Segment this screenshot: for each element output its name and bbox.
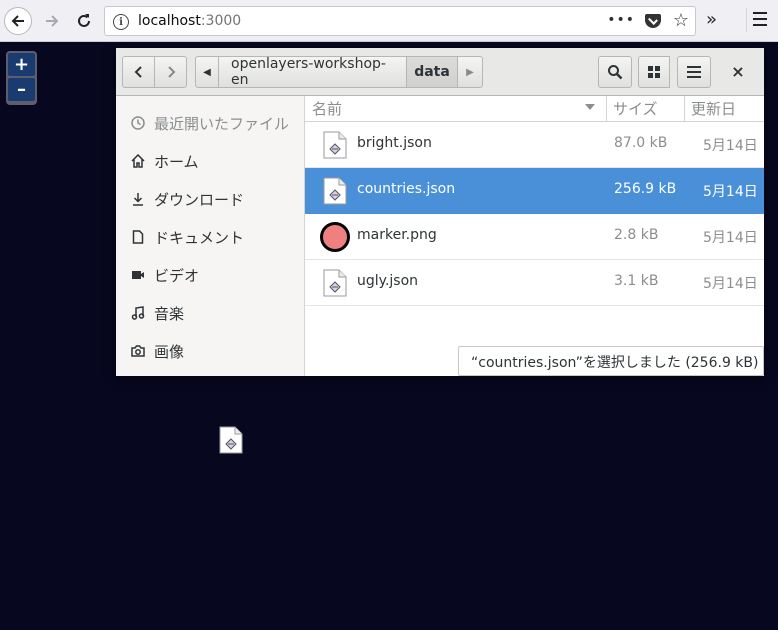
file-row[interactable]: marker.png 2.8 kB 5月14日: [305, 214, 764, 260]
forward-button[interactable]: [38, 7, 66, 35]
file-list: 名前 サイズ 更新日 bright.json 87.0 kB 5月14日 cou…: [305, 96, 764, 376]
url-port: :3000: [200, 13, 242, 29]
zoom-in-button[interactable]: +: [8, 53, 35, 76]
dragged-json-file-icon[interactable]: [219, 426, 243, 458]
zoom-control: + –: [6, 51, 37, 105]
sidebar-item-label: 最近開いたファイル: [154, 114, 290, 133]
sidebar-item-pictures[interactable]: 画像: [116, 332, 304, 370]
file-name: countries.json: [357, 181, 456, 197]
file-size: 2.8 kB: [614, 227, 659, 243]
sort-descending-icon: [585, 104, 595, 110]
list-menu-icon: [687, 66, 701, 78]
sidebar-item-documents[interactable]: ドキュメント: [116, 218, 304, 256]
column-size-header[interactable]: サイズ: [606, 96, 664, 122]
sidebar-item-label: ホーム: [154, 152, 199, 171]
bookmark-star-icon[interactable]: ☆: [673, 10, 689, 31]
sidebar-item-music[interactable]: 音楽: [116, 294, 304, 332]
arrow-right-icon: [46, 15, 59, 27]
json-file-icon: [323, 131, 347, 163]
grid-view-button[interactable]: [638, 56, 670, 88]
browser-toolbar: i localhost:3000 ••• ☆ »: [0, 0, 778, 42]
sidebar-item-videos[interactable]: ビデオ: [116, 256, 304, 294]
sidebar-item-downloads[interactable]: ダウンロード: [116, 180, 304, 218]
document-icon: [130, 229, 146, 245]
hamburger-menu-button[interactable]: [746, 8, 770, 32]
back-button[interactable]: [4, 7, 32, 35]
file-name: bright.json: [357, 135, 432, 151]
sidebar-item-label: ドキュメント: [154, 228, 245, 247]
selection-status: “countries.json”を選択しました (256.9 kB): [458, 346, 764, 376]
url-host: localhost: [138, 13, 201, 29]
pocket-icon[interactable]: [645, 14, 661, 28]
json-file-icon: [323, 177, 347, 209]
file-modified: 5月14日: [703, 230, 758, 246]
url-bar[interactable]: i localhost:3000 ••• ☆: [104, 6, 696, 36]
chevron-right-icon: [167, 66, 175, 78]
path-segment-current[interactable]: data: [406, 56, 458, 88]
home-icon: [130, 153, 146, 169]
zoom-out-button[interactable]: –: [8, 78, 35, 101]
reload-icon: [78, 14, 90, 27]
url-text[interactable]: localhost:3000: [138, 13, 241, 29]
grid-icon: [648, 66, 660, 78]
column-header: 名前 サイズ 更新日: [305, 96, 764, 122]
sidebar-item-label: 画像: [154, 342, 185, 361]
clock-icon: [130, 115, 146, 131]
video-icon: [130, 267, 146, 283]
json-file-icon: [323, 269, 347, 301]
file-size: 256.9 kB: [614, 181, 677, 197]
sidebar-item-label: 音楽: [154, 304, 185, 323]
file-modified: 5月14日: [703, 138, 758, 154]
file-row[interactable]: bright.json 87.0 kB 5月14日: [305, 122, 764, 168]
arrow-left-icon: [11, 15, 24, 27]
file-row[interactable]: ugly.json 3.1 kB 5月14日: [305, 260, 764, 306]
info-icon[interactable]: i: [113, 14, 129, 30]
forward-location-button[interactable]: [154, 56, 187, 88]
image-file-icon: [320, 222, 350, 252]
column-name-header[interactable]: 名前: [312, 98, 342, 119]
search-button[interactable]: [598, 56, 632, 88]
file-row-selected[interactable]: countries.json 256.9 kB 5月14日: [305, 168, 764, 214]
back-location-button[interactable]: [122, 56, 155, 88]
page-actions-button[interactable]: •••: [607, 12, 635, 28]
reload-button[interactable]: [70, 7, 98, 35]
sidebar-item-label: ダウンロード: [154, 190, 245, 209]
close-button[interactable]: ×: [728, 62, 748, 82]
file-name: marker.png: [357, 227, 437, 243]
search-icon: [608, 65, 623, 80]
places-sidebar: 最近開いたファイル ホーム ダウンロード ドキュメント ビデオ 音楽 画像: [116, 96, 305, 376]
path-scroll-right-button[interactable]: ▶: [457, 56, 483, 88]
chevron-left-icon: [134, 66, 142, 78]
file-size: 3.1 kB: [614, 273, 659, 289]
sidebar-item-recent[interactable]: 最近開いたファイル: [116, 104, 304, 142]
file-modified: 5月14日: [703, 276, 758, 292]
menu-button[interactable]: [677, 56, 711, 88]
file-size: 87.0 kB: [614, 135, 668, 151]
path-segment[interactable]: openlayers-workshop-en: [218, 56, 408, 88]
column-modified-header[interactable]: 更新日: [684, 96, 742, 122]
path-scroll-left-button[interactable]: ◀: [195, 56, 219, 88]
dialog-headerbar: ◀ openlayers-workshop-en data ▶ ×: [116, 48, 764, 96]
file-chooser-dialog: ◀ openlayers-workshop-en data ▶ × 最近開いたフ…: [116, 48, 764, 376]
sidebar-item-home[interactable]: ホーム: [116, 142, 304, 180]
camera-icon: [130, 343, 146, 359]
sidebar-item-label: ビデオ: [154, 266, 200, 285]
file-modified: 5月14日: [703, 184, 758, 200]
overflow-chevron-icon[interactable]: »: [706, 9, 717, 30]
music-icon: [130, 305, 146, 321]
download-icon: [130, 191, 146, 207]
file-name: ugly.json: [357, 273, 419, 289]
